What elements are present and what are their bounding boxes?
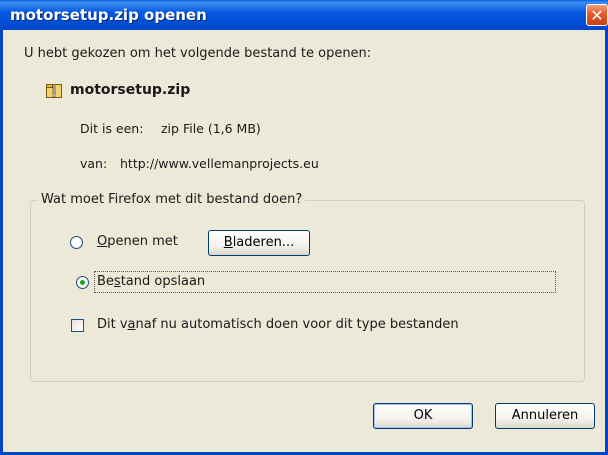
- save-file-label[interactable]: Bestand opslaan: [97, 274, 205, 289]
- zip-folder-icon: [46, 84, 62, 98]
- auto-action-checkbox[interactable]: [71, 319, 84, 332]
- open-with-label[interactable]: Openen met: [97, 234, 178, 249]
- file-name: motorsetup.zip: [70, 82, 191, 98]
- cancel-button[interactable]: Annuleren: [495, 403, 595, 429]
- browse-button[interactable]: Bladeren...: [208, 230, 310, 256]
- open-with-radio[interactable]: [70, 236, 83, 249]
- close-icon: ✕: [590, 6, 604, 25]
- title-bar[interactable]: motorsetup.zip openen ✕: [0, 0, 608, 30]
- file-type-label: Dit is een:: [80, 121, 144, 136]
- radio-selected-dot: [80, 280, 85, 285]
- file-open-dialog: motorsetup.zip openen ✕ U hebt gekozen o…: [0, 0, 608, 455]
- auto-action-label[interactable]: Dit vanaf nu automatisch doen voor dit t…: [97, 317, 459, 332]
- action-group-legend: Wat moet Firefox met dit bestand doen?: [38, 192, 306, 207]
- window-border-left: [0, 30, 3, 455]
- close-button[interactable]: ✕: [586, 4, 608, 26]
- dialog-title: motorsetup.zip openen: [10, 6, 207, 24]
- file-type-value: zip File (1,6 MB): [161, 121, 261, 136]
- file-source-label: van:: [80, 156, 108, 171]
- file-source-value: http://www.vellemanprojects.eu: [120, 156, 319, 171]
- save-file-radio[interactable]: [76, 276, 89, 289]
- intro-text: U hebt gekozen om het volgende bestand t…: [24, 46, 372, 61]
- ok-button[interactable]: OK: [373, 403, 473, 429]
